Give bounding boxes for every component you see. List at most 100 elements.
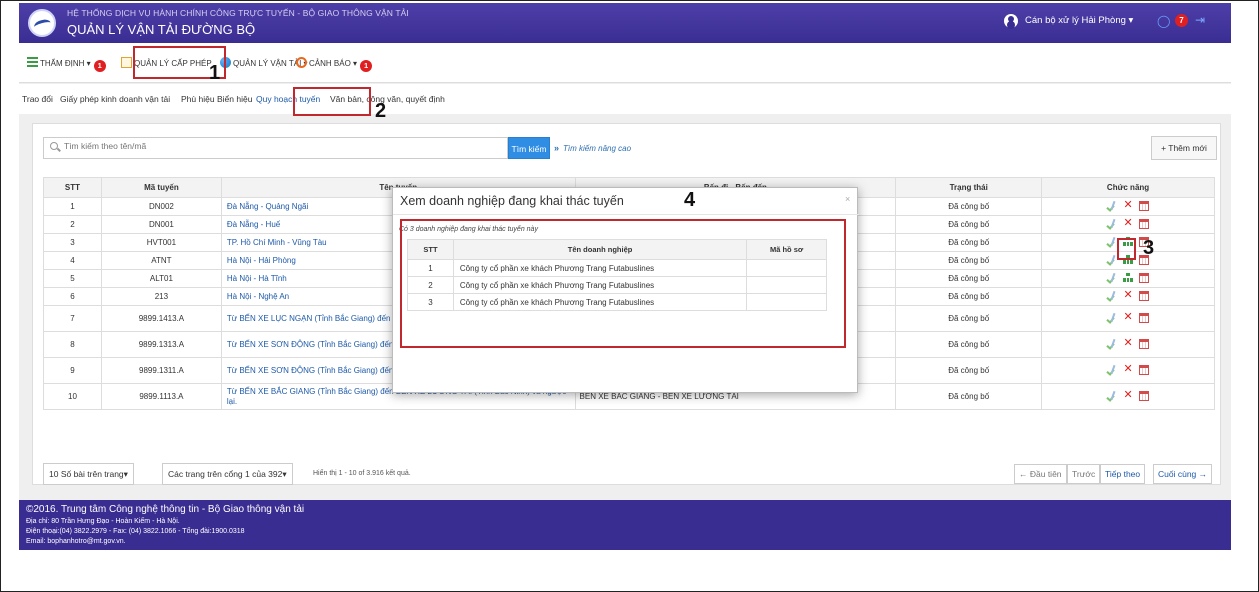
approve-icon[interactable] <box>1107 201 1117 210</box>
calendar-icon[interactable] <box>1138 390 1149 401</box>
approve-icon[interactable] <box>1107 365 1117 374</box>
cell-actions <box>1041 269 1215 288</box>
cell-stt: 4 <box>43 251 102 270</box>
nav-label: CẢNH BÁO ▾ <box>309 59 358 68</box>
page-info: Hiển thị 1 - 10 of 3.916 kết quả. <box>313 470 411 477</box>
double-chevron-icon: » <box>554 143 560 153</box>
user-avatar-icon[interactable] <box>1004 14 1018 28</box>
chat-icon[interactable]: ◯ <box>1157 14 1170 28</box>
callout-box-2 <box>293 87 371 116</box>
cell-actions: ✕ <box>1041 383 1215 410</box>
cell-stt: 9 <box>43 357 102 384</box>
cell-status: Đã công bố <box>895 331 1043 358</box>
search-box <box>43 137 508 159</box>
delete-icon[interactable]: ✕ <box>1123 290 1132 301</box>
subnav-trao-doi[interactable]: Trao đổi <box>22 94 53 104</box>
sub-nav: Trao đổi Giấy phép kinh doanh vận tải Ph… <box>19 84 1231 114</box>
cell-actions: ✕ <box>1041 215 1215 234</box>
cell-code: DN002 <box>100 197 222 216</box>
subnav-bien-hieu[interactable]: Biển hiệu <box>217 94 252 104</box>
close-icon[interactable]: × <box>845 194 850 204</box>
approve-icon[interactable] <box>1107 219 1117 228</box>
subnav-phu-hieu[interactable]: Phù hiệu <box>181 94 215 104</box>
cell-status: Đã công bố <box>895 383 1043 410</box>
approve-icon[interactable] <box>1107 339 1117 348</box>
calendar-icon[interactable] <box>1138 364 1149 375</box>
cell-status: Đã công bố <box>895 197 1043 216</box>
search-button[interactable]: Tìm kiếm <box>508 137 550 159</box>
calendar-icon[interactable] <box>1138 290 1149 301</box>
cell-stt: 6 <box>43 287 102 306</box>
notification-badge[interactable]: 7 <box>1175 14 1188 27</box>
cell-stt: 2 <box>43 215 102 234</box>
cell-actions: ✕ <box>1041 197 1215 216</box>
nav-tham-dinh[interactable]: THẨM ĐỊNH ▾ 1 <box>27 57 106 72</box>
ministry-logo-icon[interactable] <box>28 9 56 37</box>
logout-icon[interactable]: ⇥ <box>1195 13 1205 27</box>
footer-copyright: ©2016. Trung tâm Công nghệ thông tin - B… <box>26 504 305 515</box>
approve-icon[interactable] <box>1107 255 1117 264</box>
calendar-icon[interactable] <box>1138 312 1149 323</box>
next-page-button[interactable]: Tiếp theo <box>1100 464 1146 484</box>
user-menu[interactable]: Cán bộ xử lý Hải Phòng ▾ <box>1025 15 1133 26</box>
cell-status: Đã công bố <box>895 233 1043 252</box>
cell-code: HVT001 <box>100 233 222 252</box>
cell-status: Đã công bố <box>895 251 1043 270</box>
col-header: Chức năng <box>1041 177 1215 198</box>
approve-icon[interactable] <box>1107 237 1117 246</box>
last-page-button[interactable]: Cuối cùng → <box>1153 464 1213 484</box>
cell-status: Đã công bố <box>895 215 1043 234</box>
calendar-icon[interactable] <box>1138 338 1149 349</box>
view-operators-icon[interactable] <box>1123 273 1134 283</box>
first-page-button[interactable]: ← Đầu tiên <box>1014 464 1067 484</box>
cell-code: 9899.1311.A <box>100 357 222 384</box>
calendar-icon[interactable] <box>1139 272 1150 283</box>
cell-stt: 10 <box>43 383 102 410</box>
list-icon <box>27 57 38 68</box>
search-input[interactable] <box>64 141 494 151</box>
delete-icon[interactable]: ✕ <box>1123 200 1132 211</box>
nav-label: THẨM ĐỊNH ▾ <box>40 59 91 68</box>
cell-code: 9899.1413.A <box>100 305 222 332</box>
calendar-icon[interactable] <box>1138 200 1149 211</box>
col-header: STT <box>43 177 102 198</box>
approve-icon[interactable] <box>1107 391 1117 400</box>
advanced-search-link[interactable]: » Tìm kiếm nâng cao <box>554 143 631 153</box>
nav-quan-ly-van-tai[interactable]: QUẢN LÝ VẬN TẢI ▾ <box>220 57 308 68</box>
search-icon <box>50 142 58 150</box>
prev-page-button[interactable]: Trước <box>1067 464 1101 484</box>
subnav-giay-phep[interactable]: Giấy phép kinh doanh vận tải <box>60 94 170 104</box>
delete-icon[interactable]: ✕ <box>1123 338 1132 349</box>
cell-code: 9899.1113.A <box>100 383 222 410</box>
calendar-icon[interactable] <box>1138 218 1149 229</box>
nav-canh-bao[interactable]: CẢNH BÁO ▾ 1 <box>296 57 373 72</box>
add-new-button[interactable]: + Thêm mới <box>1151 136 1217 160</box>
cell-actions: ✕ <box>1041 287 1215 306</box>
warning-icon <box>296 57 307 68</box>
license-icon <box>121 57 132 68</box>
delete-icon[interactable]: ✕ <box>1123 312 1132 323</box>
callout-number-4: 4 <box>684 189 696 211</box>
col-header: Mã tuyến <box>100 177 222 198</box>
approve-icon[interactable] <box>1107 273 1117 282</box>
cell-actions: ✕ <box>1041 305 1215 332</box>
approve-icon[interactable] <box>1107 291 1117 300</box>
page-size-select[interactable]: 10 Số bài trên trang▾ <box>43 463 134 485</box>
cell-code: 213 <box>100 287 222 306</box>
approve-icon[interactable] <box>1107 313 1117 322</box>
cell-code: ATNT <box>100 251 222 270</box>
callout-number-2: 2 <box>375 100 387 122</box>
delete-icon[interactable]: ✕ <box>1123 218 1132 229</box>
delete-icon[interactable]: ✕ <box>1123 390 1132 401</box>
cell-code: DN001 <box>100 215 222 234</box>
cell-status: Đã công bố <box>895 287 1043 306</box>
cell-stt: 7 <box>43 305 102 332</box>
delete-icon[interactable]: ✕ <box>1123 364 1132 375</box>
footer: ©2016. Trung tâm Công nghệ thông tin - B… <box>19 500 1231 550</box>
modal-divider <box>393 214 859 215</box>
nav-badge: 1 <box>360 60 373 72</box>
cell-stt: 3 <box>43 233 102 252</box>
screenshot-frame: HỆ THỐNG DỊCH VỤ HÀNH CHÍNH CÔNG TRỰC TU… <box>0 0 1259 592</box>
cell-code: ALT01 <box>100 269 222 288</box>
page-select[interactable]: Các trang trên cổng 1 của 392▾ <box>162 463 293 485</box>
